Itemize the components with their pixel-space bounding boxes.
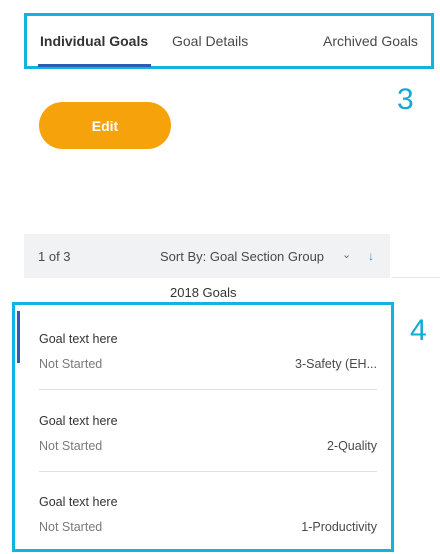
divider [392, 277, 440, 278]
goal-section: 2-Quality [326, 439, 377, 453]
sort-dropdown[interactable]: Sort By: Goal Section Group [160, 249, 324, 264]
chevron-down-icon[interactable]: ⌄ [342, 248, 351, 261]
active-tab-indicator [38, 64, 151, 67]
goal-status: Not Started [39, 439, 103, 453]
tab-archived-goals[interactable]: Archived Goals [323, 32, 418, 50]
goal-title: Goal text here [39, 495, 118, 509]
divider [39, 389, 377, 390]
annotation-marker-list: 4 [410, 314, 427, 347]
goal-status: Not Started [39, 357, 103, 371]
tab-individual-goals[interactable]: Individual Goals [40, 32, 148, 50]
arrow-down-icon[interactable]: ↓ [368, 249, 374, 263]
goal-item[interactable]: Goal text here Not Started 1-Productivit… [39, 495, 377, 537]
goal-item[interactable]: Goal text here Not Started 3-Safety (EH.… [39, 332, 377, 374]
divider [39, 471, 377, 472]
tab-bar: Individual Goals Goal Details Archived G… [24, 13, 434, 69]
annotation-marker-tabs: 3 [397, 83, 414, 116]
goal-status: Not Started [39, 520, 103, 534]
tab-goal-details[interactable]: Goal Details [172, 32, 248, 50]
goal-title: Goal text here [39, 414, 118, 428]
goal-list: Goal text here Not Started 3-Safety (EH.… [12, 302, 394, 552]
list-header: 1 of 3 Sort By: Goal Section Group ⌄ ↓ [24, 234, 390, 278]
goal-section: 3-Safety (EH... [295, 357, 377, 371]
edit-button[interactable]: Edit [39, 102, 171, 149]
goal-section: 1-Productivity [301, 520, 377, 534]
goal-title: Goal text here [39, 332, 118, 346]
record-count: 1 of 3 [38, 249, 71, 264]
goal-item[interactable]: Goal text here Not Started 2-Quality [39, 414, 377, 456]
group-heading: 2018 Goals [170, 285, 237, 300]
selected-item-indicator [17, 311, 20, 363]
